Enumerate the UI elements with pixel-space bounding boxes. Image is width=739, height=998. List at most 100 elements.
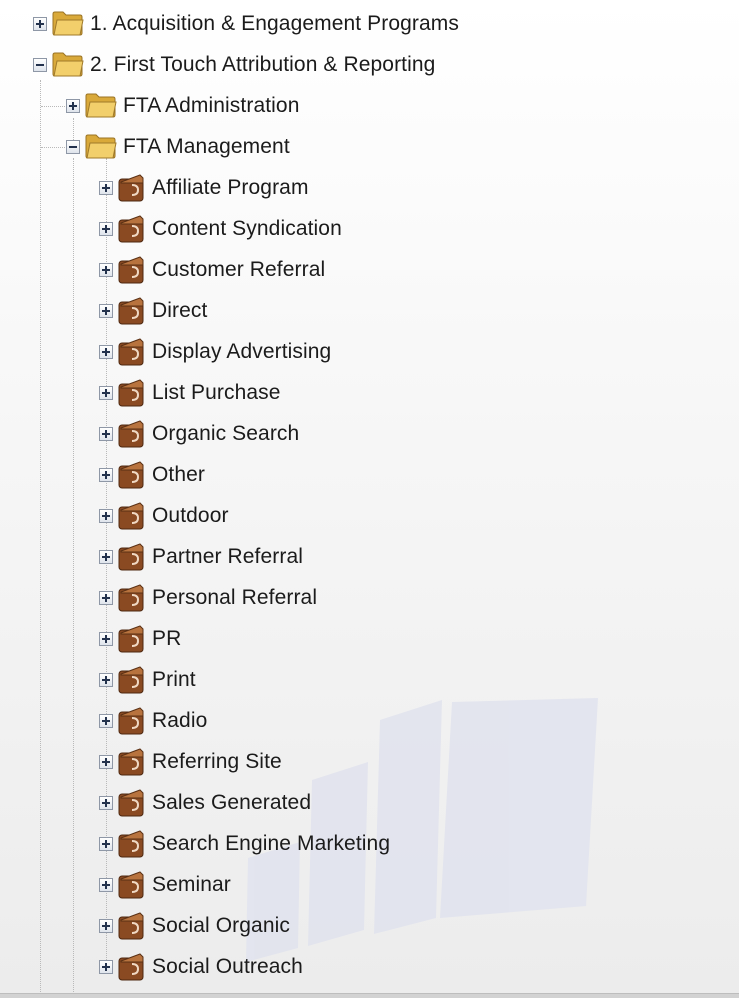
folder-icon [52, 11, 84, 37]
tree-node-channel[interactable]: Social Outreach [99, 947, 303, 987]
tree-node-channel[interactable]: Affiliate Program [99, 168, 309, 208]
tree-node-label: List Purchase [152, 381, 281, 404]
tree-node-channel[interactable]: Customer Referral [99, 250, 325, 290]
tree-node-label: Partner Referral [152, 545, 303, 568]
expand-toggle-icon[interactable] [99, 796, 113, 810]
channel-folder-icon [118, 337, 146, 367]
tree-node-channel[interactable]: Referring Site [99, 742, 282, 782]
expand-toggle-icon[interactable] [99, 181, 113, 195]
collapse-toggle-icon[interactable] [66, 140, 80, 154]
tree-node-channel[interactable]: Display Advertising [99, 332, 331, 372]
tree-node-label: Social Organic [152, 914, 290, 937]
channel-folder-icon [118, 173, 146, 203]
expand-toggle-icon[interactable] [33, 17, 47, 31]
tree-node-label: Affiliate Program [152, 176, 309, 199]
tree-node-channel[interactable]: Organic Search [99, 414, 299, 454]
tree-node-label: Seminar [152, 873, 231, 896]
tree-node-label: 1. Acquisition & Engagement Programs [90, 12, 459, 35]
tree-node-acquisition-programs[interactable]: 1. Acquisition & Engagement Programs [33, 4, 459, 44]
expand-toggle-icon[interactable] [99, 919, 113, 933]
tree-node-channel[interactable]: Sales Generated [99, 783, 311, 823]
tree-node-channel[interactable]: Radio [99, 701, 207, 741]
expand-toggle-icon[interactable] [99, 468, 113, 482]
expand-toggle-icon[interactable] [99, 755, 113, 769]
tree-connector [41, 106, 65, 107]
channel-folder-icon [118, 788, 146, 818]
panel-bottom-border [0, 993, 739, 998]
expand-toggle-icon[interactable] [99, 591, 113, 605]
expand-toggle-icon[interactable] [99, 304, 113, 318]
expand-toggle-icon[interactable] [99, 714, 113, 728]
folder-icon [85, 93, 117, 119]
channel-folder-icon [118, 460, 146, 490]
tree-node-channel[interactable]: List Purchase [99, 373, 281, 413]
tree-node-label: Organic Search [152, 422, 300, 445]
tree-node-label: PR [152, 627, 182, 650]
tree-node-channel[interactable]: Other [99, 455, 205, 495]
tree-node-channel[interactable]: Direct [99, 291, 207, 331]
tree-node-label: FTA Administration [123, 94, 300, 117]
expand-toggle-icon[interactable] [99, 673, 113, 687]
tree-node-channel[interactable]: Seminar [99, 865, 231, 905]
folder-icon [52, 52, 84, 78]
channel-folder-icon [118, 296, 146, 326]
expand-toggle-icon[interactable] [99, 345, 113, 359]
tree-node-channel[interactable]: PR [99, 619, 181, 659]
channel-folder-icon [118, 214, 146, 244]
tree-node-channel[interactable]: Search Engine Marketing [99, 824, 390, 864]
channel-folder-icon [118, 747, 146, 777]
tree-node-label: Customer Referral [152, 258, 326, 281]
expand-toggle-icon[interactable] [99, 632, 113, 646]
tree-node-label: Other [152, 463, 206, 486]
tree-node-first-touch-attribution[interactable]: 2. First Touch Attribution & Reporting [33, 45, 435, 85]
tree-node-fta-management[interactable]: FTA Management [66, 127, 290, 167]
channel-folder-icon [118, 583, 146, 613]
tree-node-channel[interactable]: Partner Referral [99, 537, 303, 577]
tree-node-channel[interactable]: Social Organic [99, 906, 290, 946]
tree-node-channel[interactable]: Outdoor [99, 496, 229, 536]
tree-node-label: Direct [152, 299, 208, 322]
tree-node-label: Radio [152, 709, 208, 732]
expand-toggle-icon[interactable] [99, 427, 113, 441]
channel-folder-icon [118, 952, 146, 982]
channel-folder-icon [118, 870, 146, 900]
tree-connector [41, 147, 65, 148]
tree-node-label: Outdoor [152, 504, 229, 527]
tree-node-label: Referring Site [152, 750, 282, 773]
channel-folder-icon [118, 255, 146, 285]
tree-node-label: Personal Referral [152, 586, 318, 609]
tree-node-label: Content Syndication [152, 217, 342, 240]
expand-toggle-icon[interactable] [66, 99, 80, 113]
channel-folder-icon [118, 665, 146, 695]
tree-node-channel[interactable]: Personal Referral [99, 578, 317, 618]
channel-folder-icon [118, 419, 146, 449]
tree-node-channel[interactable]: Content Syndication [99, 209, 342, 249]
expand-toggle-icon[interactable] [99, 509, 113, 523]
channel-folder-icon [118, 911, 146, 941]
expand-toggle-icon[interactable] [99, 222, 113, 236]
folder-icon [85, 134, 117, 160]
tree-connector [73, 158, 74, 992]
channel-folder-icon [118, 501, 146, 531]
expand-toggle-icon[interactable] [99, 837, 113, 851]
expand-toggle-icon[interactable] [99, 550, 113, 564]
collapse-toggle-icon[interactable] [33, 58, 47, 72]
tree-node-label: Print [152, 668, 196, 691]
tree-node-fta-administration[interactable]: FTA Administration [66, 86, 299, 126]
tree-connector [40, 80, 41, 992]
tree-node-label: 2. First Touch Attribution & Reporting [90, 53, 436, 76]
channel-folder-icon [118, 378, 146, 408]
tree-node-label: Display Advertising [152, 340, 332, 363]
channel-folder-icon [118, 624, 146, 654]
expand-toggle-icon[interactable] [99, 960, 113, 974]
tree-node-label: Sales Generated [152, 791, 312, 814]
navigation-tree: 1. Acquisition & Engagement Programs 2. … [0, 0, 739, 998]
expand-toggle-icon[interactable] [99, 386, 113, 400]
tree-node-label: Search Engine Marketing [152, 832, 391, 855]
tree-node-label: Social Outreach [152, 955, 303, 978]
channel-folder-icon [118, 829, 146, 859]
tree-node-channel[interactable]: Print [99, 660, 196, 700]
expand-toggle-icon[interactable] [99, 263, 113, 277]
tree-node-label: FTA Management [123, 135, 290, 158]
expand-toggle-icon[interactable] [99, 878, 113, 892]
